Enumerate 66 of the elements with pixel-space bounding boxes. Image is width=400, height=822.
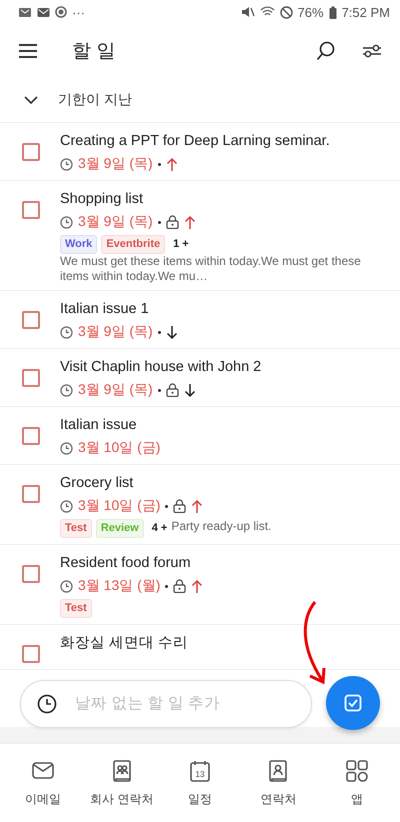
due-date: 3월 13일 (월) — [78, 577, 160, 595]
task-checkbox[interactable] — [22, 485, 40, 503]
task-checkbox[interactable] — [22, 369, 40, 387]
menu-icon[interactable] — [18, 43, 38, 59]
due-date: 3월 9일 (목) — [78, 381, 153, 399]
task-title[interactable]: Creating a PPT for Deep Larning seminar. — [60, 131, 330, 151]
task-title[interactable]: Italian issue 1 — [60, 299, 149, 319]
battery-icon — [328, 6, 337, 18]
more-count: 4 + — [152, 522, 168, 534]
task-title[interactable]: Grocery list — [60, 473, 134, 493]
tag-label: Review — [96, 519, 144, 538]
more-count: 1 + — [173, 238, 189, 250]
due-date: 3월 9일 (목) — [78, 323, 153, 341]
task-note: We must get these items within today.We must get these items within today.We mu… — [60, 254, 362, 284]
tag-label: Work — [60, 235, 98, 254]
clock-icon — [60, 158, 73, 170]
clock-time: 7:52 PM — [342, 4, 390, 20]
section-title: 기한이 지난 — [58, 91, 132, 109]
due-date: 3월 9일 (목) — [78, 155, 153, 173]
search-icon[interactable] — [316, 41, 336, 61]
tag-label: Test — [60, 519, 92, 538]
task-note: Party ready-up list. — [171, 519, 272, 534]
quick-add-field[interactable]: 날짜 없는 할 일 추가 — [20, 680, 312, 728]
task-checkbox[interactable] — [22, 427, 40, 445]
apps-icon — [344, 758, 369, 782]
tag-label: Eventbrite — [101, 235, 166, 254]
nav-tab[interactable]: 앱 — [318, 744, 396, 822]
task-title[interactable]: Shopping list — [60, 189, 144, 209]
nav-tab[interactable]: 이메일 — [4, 744, 82, 822]
clock-icon — [60, 580, 73, 592]
add-task-button[interactable] — [326, 676, 380, 730]
clock-icon — [60, 442, 73, 454]
blocked-icon — [280, 6, 293, 18]
task-checkbox[interactable] — [22, 565, 40, 583]
calendar-icon: 13 — [188, 758, 212, 782]
wifi-icon — [260, 6, 275, 18]
task-checkbox[interactable] — [22, 201, 40, 219]
clock-icon — [60, 216, 73, 228]
task-checkbox[interactable] — [22, 311, 40, 329]
clock-icon — [60, 500, 73, 512]
nav-tab[interactable]: 회사 연락처 — [82, 744, 161, 822]
due-date: 3월 10일 (금) — [78, 439, 160, 457]
mute-icon — [240, 6, 255, 18]
filter-icon[interactable] — [362, 44, 382, 58]
notification-icon — [18, 6, 32, 18]
clock-icon — [60, 326, 73, 338]
mail-icon — [37, 6, 50, 18]
clock-icon — [37, 694, 57, 714]
chevron-icon[interactable] — [24, 95, 38, 105]
record-icon — [55, 6, 67, 18]
task-title[interactable]: Resident food forum — [60, 553, 191, 573]
more-notifications: ··· — [72, 4, 85, 20]
tag-label: Test — [60, 599, 92, 618]
task-checkbox[interactable] — [22, 645, 40, 663]
nav-tab[interactable]: 연락처 — [239, 744, 318, 822]
due-date: 3월 9일 (목) — [78, 213, 153, 231]
clock-icon — [60, 384, 73, 396]
page-title: 할 일 — [72, 40, 116, 64]
task-checkbox[interactable] — [22, 143, 40, 161]
task-title[interactable]: Visit Chaplin house with John 2 — [60, 357, 262, 377]
due-date: 3월 10일 (금) — [78, 497, 160, 515]
task-check-icon — [344, 694, 362, 712]
task-title[interactable]: 화장실 세면대 수리 — [60, 633, 188, 653]
battery-percent: 76% — [298, 4, 324, 20]
task-title[interactable]: Italian issue — [60, 415, 137, 435]
nav-tab[interactable]: 13 일정 — [160, 744, 240, 822]
